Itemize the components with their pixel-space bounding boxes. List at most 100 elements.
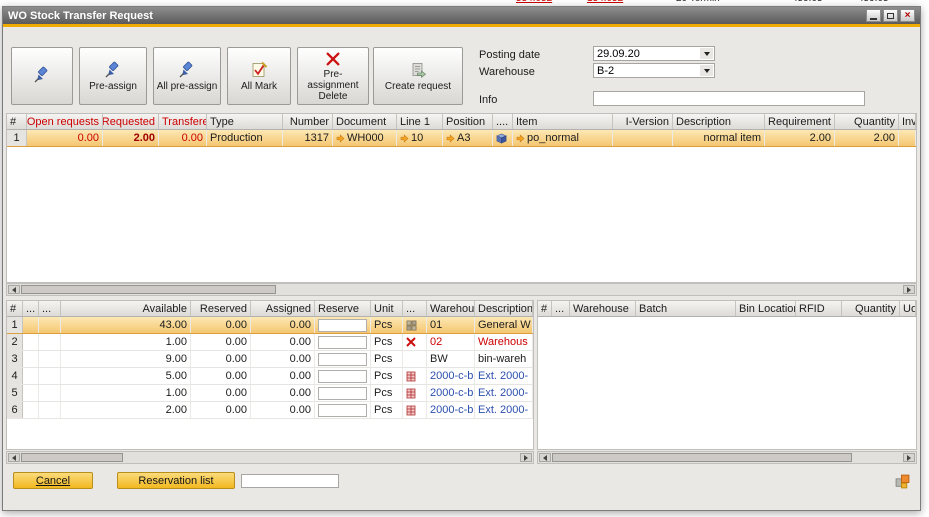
scroll-right-button[interactable] [520,453,532,462]
warehouse-type-cell [403,385,427,401]
pre-assign-button[interactable]: Pre-assign [79,47,147,105]
pre-assignment-delete-button[interactable]: Pre-assignment Delete [297,47,369,105]
item-type-cell [493,130,513,146]
col-header-dots: ... [403,301,427,316]
warehouse-type-cell [403,317,427,333]
stock-row[interactable]: 4 5.00 0.00 0.00 Pcs 2000-c-b Ext. 2000- [7,368,533,385]
reserve-input[interactable] [318,387,367,400]
col-header-rfid: RFID [796,301,842,316]
posting-date-field[interactable]: 29.09.20 [593,46,715,61]
reservation-table: # ... Warehouse Batch Bin Location RFID … [537,300,917,450]
footer-input[interactable] [241,474,339,488]
info-input[interactable] [593,91,865,106]
chevron-down-icon[interactable] [700,65,713,76]
unit-cell: Pcs [371,351,403,367]
open-requests-cell: 0.00 [27,130,103,146]
position-link[interactable]: A3 [457,132,470,144]
scroll-right-button[interactable] [903,453,915,462]
col-header-rownum: # [7,114,27,129]
stock-row[interactable]: 3 9.00 0.00 0.00 Pcs BW bin-wareh [7,351,533,368]
reservation-table-horizontal-scrollbar[interactable] [537,451,917,464]
line1-link[interactable]: 10 [411,132,423,144]
toolbar-button-label: Pre-assignment Delete [300,69,366,102]
toolbar-button-label: All Mark [241,81,277,92]
arrow-right-icon [907,455,911,461]
background-text-fragment: 20 Termin [676,0,720,4]
stock-row[interactable]: 1 43.00 0.00 0.00 Pcs 01 General W [7,317,533,334]
all-pre-assign-button[interactable]: All pre-assign [153,47,221,105]
reserve-input[interactable] [318,353,367,366]
col-header-dots: ... [23,301,39,316]
available-table-horizontal-scrollbar[interactable] [6,451,534,464]
reserve-input[interactable] [318,404,367,417]
row-number-cell: 1 [7,317,23,333]
mark-check-icon [250,61,268,79]
minimize-button[interactable] [866,9,881,22]
pushpin-icon [178,61,196,79]
flag-cell [23,351,39,367]
row-number-cell: 1 [7,130,27,146]
background-text-fragment: 459.05 [792,0,823,4]
number-cell: 1317 [283,130,333,146]
requirement-cell: 2.00 [765,130,835,146]
toolbar-button-label: Pre-assign [89,81,137,92]
toolbar-button-label: All pre-assign [157,81,218,92]
reserve-cell [315,385,371,401]
col-header-batch: Batch [636,301,736,316]
unit-cell: Pcs [371,334,403,350]
link-arrow-icon[interactable] [400,134,409,143]
flag-cell [39,334,61,350]
reserve-input[interactable] [318,370,367,383]
scroll-left-button[interactable] [8,453,20,462]
title-bar[interactable]: WO Stock Transfer Request × [3,7,920,24]
reservation-list-button[interactable]: Reservation list [117,472,235,489]
chevron-down-icon[interactable] [700,48,713,59]
maximize-icon [887,13,894,19]
scroll-left-button[interactable] [539,453,551,462]
scroll-left-button[interactable] [8,285,20,294]
request-table-horizontal-scrollbar[interactable] [6,283,917,296]
reserve-input[interactable] [318,336,367,349]
create-request-button[interactable]: Create request [373,47,463,105]
maximize-button[interactable] [883,9,898,22]
reserve-input[interactable] [318,319,367,332]
request-row[interactable]: 1 0.00 2.00 0.00 Production 1317 WH000 1… [7,130,916,147]
cancel-button[interactable]: Cancel [13,472,93,489]
description-cell: General W [475,317,533,333]
flag-cell [39,317,61,333]
warehouse-value: B-2 [597,65,711,77]
form-settings-icon[interactable] [895,474,910,489]
scroll-right-button[interactable] [903,285,915,294]
i-version-cell [613,130,673,146]
scrollbar-thumb[interactable] [21,453,123,462]
scrollbar-thumb[interactable] [21,285,276,294]
pin-button[interactable] [11,47,73,105]
warehouse-field[interactable]: B-2 [593,63,715,78]
toolbar-button-label: Create request [385,81,451,92]
stock-row[interactable]: 6 2.00 0.00 0.00 Pcs 2000-c-b Ext. 2000- [7,402,533,419]
all-mark-button[interactable]: All Mark [227,47,291,105]
flag-cell [23,402,39,418]
link-arrow-icon[interactable] [446,134,455,143]
col-header-inv: Inv... [899,114,916,129]
stock-row[interactable]: 5 1.00 0.00 0.00 Pcs 2000-c-b Ext. 2000- [7,385,533,402]
scrollbar-thumb[interactable] [552,453,852,462]
warehouse-type-cell [403,351,427,367]
available-cell: 1.00 [61,334,191,350]
link-arrow-icon[interactable] [336,134,345,143]
create-request-icon [409,61,427,79]
close-button[interactable]: × [900,9,915,22]
link-arrow-icon[interactable] [516,134,525,143]
col-header-quantity: Quantity [842,301,900,316]
document-link[interactable]: WH000 [347,132,384,144]
warehouse-cell[interactable]: 2000-c-b [427,368,475,384]
item-link[interactable]: po_normal [527,132,579,144]
warehouse-cell[interactable]: 2000-c-b [427,402,475,418]
reserve-cell [315,402,371,418]
warehouse-icon [406,320,417,331]
col-header-dots: .... [493,114,513,129]
warehouse-cell[interactable]: 2000-c-b [427,385,475,401]
item-cube-icon [496,133,507,144]
stock-row[interactable]: 2 1.00 0.00 0.00 Pcs 02 Warehous [7,334,533,351]
col-header-transfered: Transfered ... [159,114,207,129]
